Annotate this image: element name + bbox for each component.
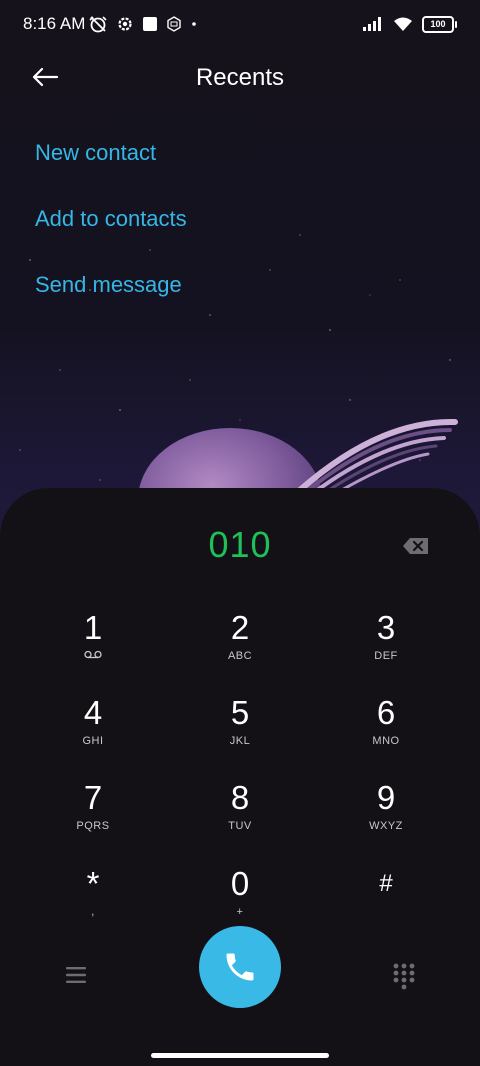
alarm-off-icon <box>89 16 107 33</box>
key-digit: 7 <box>83 779 103 816</box>
menu-button[interactable] <box>64 964 88 986</box>
status-icons-right: 100 <box>362 13 457 35</box>
battery-icon: 100 <box>422 15 457 33</box>
key-3[interactable]: 3 DEF <box>326 608 446 684</box>
wifi-icon <box>394 17 412 31</box>
key-letters: DEF <box>374 650 398 662</box>
key-digit: 0 <box>230 865 250 902</box>
key-digit: # <box>379 870 393 897</box>
key-letters: TUV <box>228 820 252 832</box>
new-contact-link[interactable]: New contact <box>35 140 156 166</box>
key-letters: + <box>236 906 244 918</box>
key-letters: JKL <box>229 735 251 747</box>
signal-icon <box>363 17 381 31</box>
key-letters: GHI <box>82 735 104 747</box>
square-notification-icon <box>143 17 157 31</box>
mi-icon <box>167 16 181 32</box>
key-9[interactable]: 9 WXYZ <box>326 778 446 854</box>
key-digit: 2 <box>230 609 250 646</box>
app-header: Recents <box>0 52 480 104</box>
key-letters: PQRS <box>76 820 110 832</box>
phone-screen: 8:16 AM 100 Recents New contact Add to c… <box>0 0 480 1066</box>
key-digit: 3 <box>376 609 396 646</box>
status-bar: 8:16 AM 100 <box>0 0 480 48</box>
backspace-button[interactable] <box>402 536 430 556</box>
voicemail-icon <box>33 650 153 662</box>
key-digit: 4 <box>83 694 103 731</box>
key-digit: 9 <box>376 779 396 816</box>
key-1[interactable]: 1 <box>33 608 153 684</box>
key-7[interactable]: 7 PQRS <box>33 778 153 854</box>
key-4[interactable]: 4 GHI <box>33 693 153 769</box>
page-title: Recents <box>195 64 285 91</box>
key-digit: 6 <box>376 694 396 731</box>
dialpad-panel: 010 1 2 ABC 3 DEF 4 GHI 5 JKL 6 MNO 7 PQ… <box>0 488 480 1066</box>
dialpad-grid-icon <box>393 963 415 990</box>
send-message-link[interactable]: Send message <box>35 272 182 298</box>
key-6[interactable]: 6 MNO <box>326 693 446 769</box>
hamburger-menu-icon <box>66 967 86 983</box>
home-indicator[interactable] <box>151 1053 329 1058</box>
planet-illustration <box>138 418 458 500</box>
key-digit: * <box>86 865 100 902</box>
key-letters: MNO <box>372 735 400 747</box>
key-letters: WXYZ <box>369 820 403 832</box>
key-digit: 8 <box>230 779 250 816</box>
keypad-toggle-button[interactable] <box>392 962 416 990</box>
dot-icon <box>192 22 196 26</box>
backspace-icon <box>403 538 428 554</box>
key-letters: , <box>91 906 95 918</box>
key-star[interactable]: * , <box>33 864 153 940</box>
key-digit: 1 <box>83 609 103 646</box>
key-letters: ABC <box>227 650 253 662</box>
phone-icon <box>226 953 254 981</box>
settings-gear-icon <box>118 17 132 31</box>
key-digit: 5 <box>230 694 250 731</box>
status-icons-left <box>88 13 198 35</box>
key-2[interactable]: 2 ABC <box>180 608 300 684</box>
key-8[interactable]: 8 TUV <box>180 778 300 854</box>
status-time: 8:16 AM <box>23 14 86 33</box>
add-to-contacts-link[interactable]: Add to contacts <box>35 206 187 232</box>
key-5[interactable]: 5 JKL <box>180 693 300 769</box>
call-button[interactable] <box>199 926 281 1008</box>
key-hash[interactable]: # <box>326 864 446 940</box>
